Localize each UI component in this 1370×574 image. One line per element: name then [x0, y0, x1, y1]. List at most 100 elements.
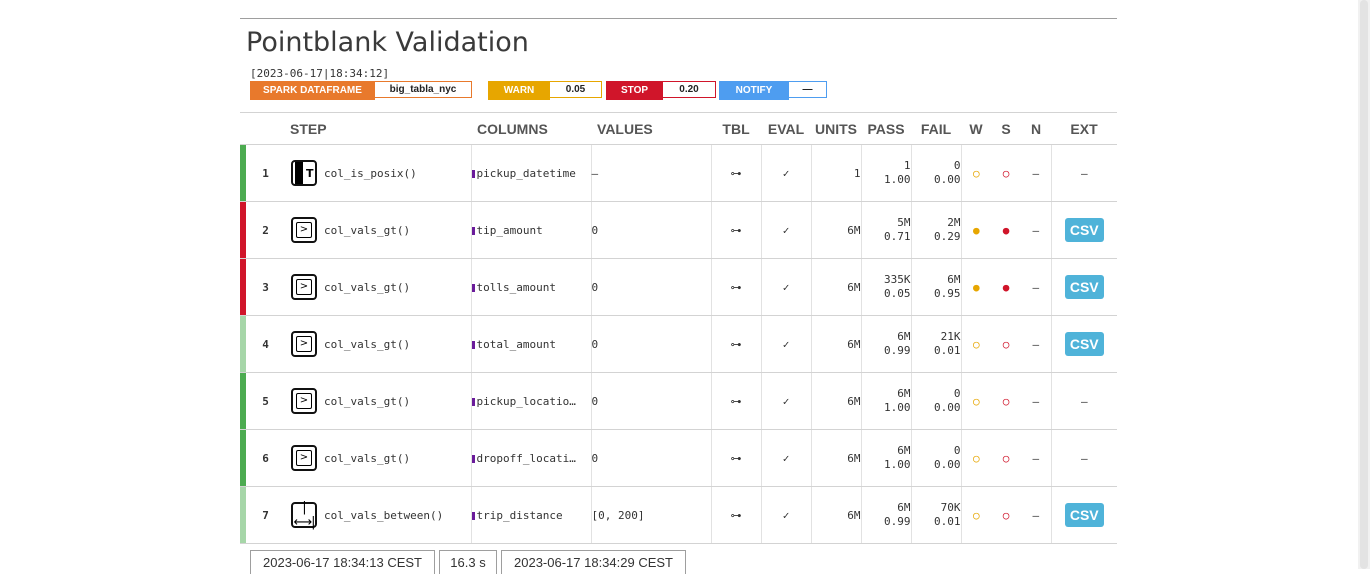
column-name: tip_amount	[476, 223, 543, 237]
column-cell: pickup_locatio…	[470, 372, 592, 430]
eval-check-icon: ✓	[761, 258, 812, 316]
tbl-arrow-icon: ⊶	[711, 372, 762, 430]
status-stripe	[240, 144, 247, 202]
fail-cell: 2M 0.29	[911, 201, 962, 259]
fail-count: 2M	[947, 216, 961, 229]
status-stripe	[240, 201, 247, 259]
units-cell: 6M	[811, 315, 862, 373]
header-values: VALUES	[591, 112, 712, 145]
warn-indicator-icon: ●	[961, 258, 992, 316]
fail-cell: 6M 0.95	[911, 258, 962, 316]
eval-check-icon: ✓	[761, 486, 812, 544]
eval-check-icon: ✓	[761, 429, 812, 487]
stop-badge: STOP 0.20	[606, 81, 716, 100]
table-row: 1 Tcol_is_posix() pickup_datetime — ⊶ ✓ 1 1 1.00…	[240, 144, 1118, 202]
validation-table: STEP COLUMNS VALUES TBL EVAL UNITS PASS …	[240, 112, 1118, 544]
warn-indicator-icon: ○	[961, 372, 992, 430]
column-name: pickup_datetime	[476, 166, 576, 180]
step-number: 6	[247, 429, 284, 487]
table-name-value: big_tabla_nyc	[375, 81, 472, 98]
warn-value: 0.05	[550, 81, 602, 98]
fail-count: 0	[953, 444, 961, 457]
scrollbar-track[interactable]	[1358, 0, 1370, 569]
ext-cell: CSV	[1051, 258, 1118, 316]
csv-download-button[interactable]: CSV	[1064, 275, 1104, 299]
pass-fraction: 0.05	[884, 287, 911, 300]
warn-label: WARN	[488, 81, 550, 100]
pass-count: 6M	[897, 501, 911, 514]
header-n: N	[1021, 112, 1052, 145]
ext-empty: —	[1080, 166, 1088, 180]
table-row: 5 > col_vals_gt() pickup_locatio… 0 ⊶ ✓ 6M 6M 1.0…	[240, 372, 1118, 430]
ext-empty: —	[1080, 394, 1088, 408]
eval-check-icon: ✓	[761, 144, 812, 202]
notify-indicator: —	[1021, 201, 1052, 259]
status-stripe	[240, 315, 247, 373]
pass-cell: 5M 0.71	[861, 201, 912, 259]
pass-fraction: 1.00	[884, 173, 911, 186]
gt-icon: >	[291, 217, 317, 243]
stop-indicator-icon: ●	[991, 201, 1022, 259]
step-name: col_vals_gt()	[324, 201, 472, 259]
table-type-label: SPARK DATAFRAME	[250, 81, 375, 100]
gt-icon: >	[291, 445, 317, 471]
header-s: S	[991, 112, 1022, 145]
eval-check-icon: ✓	[761, 201, 812, 259]
table-row: 3 > col_vals_gt() tolls_amount 0 ⊶ ✓ 6M 335K 0.05…	[240, 258, 1118, 316]
status-stripe	[240, 258, 247, 316]
csv-download-button[interactable]: CSV	[1064, 218, 1104, 242]
csv-download-button[interactable]: CSV	[1064, 332, 1104, 356]
fail-fraction: 0.01	[934, 515, 961, 528]
tbl-arrow-icon: ⊶	[711, 486, 762, 544]
fail-fraction: 0.00	[934, 173, 961, 186]
column-cell: trip_distance	[470, 486, 592, 544]
fail-count: 0	[953, 159, 961, 172]
pass-fraction: 0.99	[884, 515, 911, 528]
pass-fraction: 1.00	[884, 458, 911, 471]
tbl-arrow-icon: ⊶	[711, 144, 762, 202]
column-cell: total_amount	[470, 315, 592, 373]
fail-cell: 0 0.00	[911, 429, 962, 487]
ext-cell: CSV	[1051, 315, 1118, 373]
column-marker-icon	[472, 454, 475, 463]
tbl-arrow-icon: ⊶	[711, 315, 762, 373]
step-icon-cell: >	[284, 372, 324, 430]
csv-download-button[interactable]: CSV	[1064, 503, 1104, 527]
table-row: 6 > col_vals_gt() dropoff_locati… 0 ⊶ ✓ 6M 6M 1.0…	[240, 429, 1118, 487]
step-number: 4	[247, 315, 284, 373]
stop-indicator-icon: ○	[991, 486, 1022, 544]
warn-indicator-icon: ○	[961, 144, 992, 202]
units-cell: 6M	[811, 486, 862, 544]
notify-indicator: —	[1021, 315, 1052, 373]
column-marker-icon	[472, 226, 475, 235]
ext-cell: CSV	[1051, 486, 1118, 544]
fail-count: 21K	[940, 330, 961, 343]
column-marker-icon	[472, 397, 475, 406]
column-marker-icon	[472, 169, 475, 178]
column-marker-icon	[472, 283, 475, 292]
gt-icon: >	[291, 388, 317, 414]
values-cell: 0	[591, 258, 712, 316]
pass-fraction: 1.00	[884, 401, 911, 414]
tbl-arrow-icon: ⊶	[711, 258, 762, 316]
fail-cell: 0 0.00	[911, 372, 962, 430]
column-cell: tolls_amount	[470, 258, 592, 316]
fail-fraction: 0.00	[934, 458, 961, 471]
notify-indicator: —	[1021, 372, 1052, 430]
step-number: 2	[247, 201, 284, 259]
pass-fraction: 0.71	[884, 230, 911, 243]
gt-icon: >	[291, 331, 317, 357]
ext-cell: CSV	[1051, 201, 1118, 259]
validation-report: Pointblank Validation [2023-06-17|18:34:…	[240, 18, 1118, 574]
fail-cell: 70K 0.01	[911, 486, 962, 544]
posix-icon: T	[291, 160, 317, 186]
scrollbar-thumb[interactable]	[1360, 0, 1368, 569]
fail-cell: 0 0.00	[911, 144, 962, 202]
pass-count: 6M	[897, 387, 911, 400]
step-name: col_is_posix()	[324, 144, 472, 202]
warn-indicator-icon: ○	[961, 429, 992, 487]
page-title: Pointblank Validation	[246, 27, 529, 58]
column-name: trip_distance	[476, 508, 563, 522]
stop-indicator-icon: ○	[991, 372, 1022, 430]
ext-cell: —	[1051, 144, 1118, 202]
